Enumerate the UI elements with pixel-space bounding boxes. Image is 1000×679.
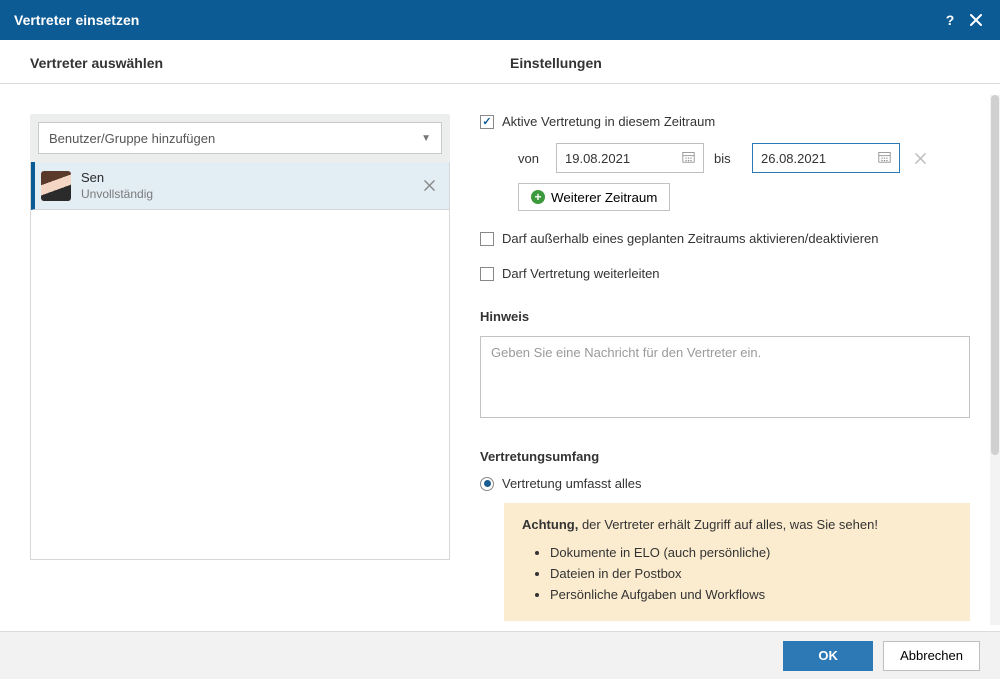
- von-date-field[interactable]: [565, 151, 678, 166]
- subheader-left: Vertreter auswählen: [0, 40, 480, 83]
- scope-warning-list: Dokumente in ELO (auch persönliche) Date…: [522, 542, 952, 605]
- active-period-row: Aktive Vertretung in diesem Zeitraum: [480, 114, 970, 129]
- plus-icon: +: [531, 190, 545, 204]
- user-picker-dropdown[interactable]: Benutzer/Gruppe hinzufügen ▼: [38, 122, 442, 154]
- user-text: Sen Unvollständig: [81, 170, 153, 201]
- scope-warning-prefix: Achtung,: [522, 517, 578, 532]
- von-label: von: [518, 151, 546, 166]
- add-period-button[interactable]: + Weiterer Zeitraum: [518, 183, 670, 211]
- allow-forward-checkbox[interactable]: [480, 267, 494, 281]
- user-status: Unvollständig: [81, 187, 153, 201]
- add-period-label: Weiterer Zeitraum: [551, 190, 657, 205]
- list-item: Persönliche Aufgaben und Workflows: [550, 584, 952, 605]
- list-item[interactable]: Sen Unvollständig: [31, 162, 449, 210]
- allow-forward-label: Darf Vertretung weiterleiten: [502, 266, 660, 281]
- dialog-subheader: Vertreter auswählen Einstellungen: [0, 40, 1000, 84]
- scrollbar-thumb[interactable]: [991, 95, 999, 455]
- scope-heading: Vertretungsumfang: [480, 449, 970, 464]
- dialog-titlebar: Vertreter einsetzen ?: [0, 0, 1000, 40]
- scope-warning-body: der Vertreter erhält Zugriff auf alles, …: [578, 517, 878, 532]
- allow-forward-row: Darf Vertretung weiterleiten: [480, 266, 970, 281]
- hint-heading: Hinweis: [480, 309, 970, 324]
- help-icon[interactable]: ?: [940, 10, 960, 30]
- scope-all-radio[interactable]: [480, 477, 494, 491]
- right-column: Aktive Vertretung in diesem Zeitraum von…: [480, 84, 1000, 631]
- scope-warning-box: Achtung, der Vertreter erhält Zugriff au…: [504, 503, 970, 621]
- dialog-title: Vertreter einsetzen: [14, 12, 139, 28]
- left-column: Benutzer/Gruppe hinzufügen ▼ Sen Unvolls…: [0, 84, 480, 631]
- bis-date-input[interactable]: [752, 143, 900, 173]
- bis-label: bis: [714, 151, 742, 166]
- cancel-button[interactable]: Abbrechen: [883, 641, 980, 671]
- calendar-icon[interactable]: [682, 150, 695, 166]
- scope-all-row: Vertretung umfasst alles: [480, 476, 970, 491]
- von-date-input[interactable]: [556, 143, 704, 173]
- list-item: Dateien in der Postbox: [550, 563, 952, 584]
- dialog-footer: OK Abbrechen: [0, 631, 1000, 679]
- close-icon[interactable]: [966, 10, 986, 30]
- active-period-label: Aktive Vertretung in diesem Zeitraum: [502, 114, 715, 129]
- date-row: von bis: [518, 143, 970, 173]
- subheader-right: Einstellungen: [480, 40, 1000, 83]
- allow-toggle-checkbox[interactable]: [480, 232, 494, 246]
- allow-toggle-row: Darf außerhalb eines geplanten Zeitraums…: [480, 231, 970, 246]
- remove-user-icon[interactable]: [420, 174, 439, 198]
- user-picker-wrap: Benutzer/Gruppe hinzufügen ▼: [30, 114, 450, 162]
- user-name: Sen: [81, 170, 153, 185]
- user-list: Sen Unvollständig: [30, 162, 450, 560]
- chevron-down-icon: ▼: [421, 133, 431, 144]
- dialog-content: Benutzer/Gruppe hinzufügen ▼ Sen Unvolls…: [0, 84, 1000, 631]
- bis-date-field[interactable]: [761, 151, 874, 166]
- allow-toggle-label: Darf außerhalb eines geplanten Zeitraums…: [502, 231, 878, 246]
- scope-warning-text: Achtung, der Vertreter erhält Zugriff au…: [522, 517, 952, 532]
- avatar: [41, 171, 71, 201]
- scrollbar-track[interactable]: [990, 95, 1000, 625]
- scope-all-label: Vertretung umfasst alles: [502, 476, 641, 491]
- ok-button[interactable]: OK: [783, 641, 873, 671]
- clear-date-icon[interactable]: [910, 148, 930, 168]
- user-picker-placeholder: Benutzer/Gruppe hinzufügen: [49, 131, 215, 146]
- calendar-icon[interactable]: [878, 150, 891, 166]
- hint-textarea[interactable]: [480, 336, 970, 418]
- active-period-checkbox[interactable]: [480, 115, 494, 129]
- list-item: Dokumente in ELO (auch persönliche): [550, 542, 952, 563]
